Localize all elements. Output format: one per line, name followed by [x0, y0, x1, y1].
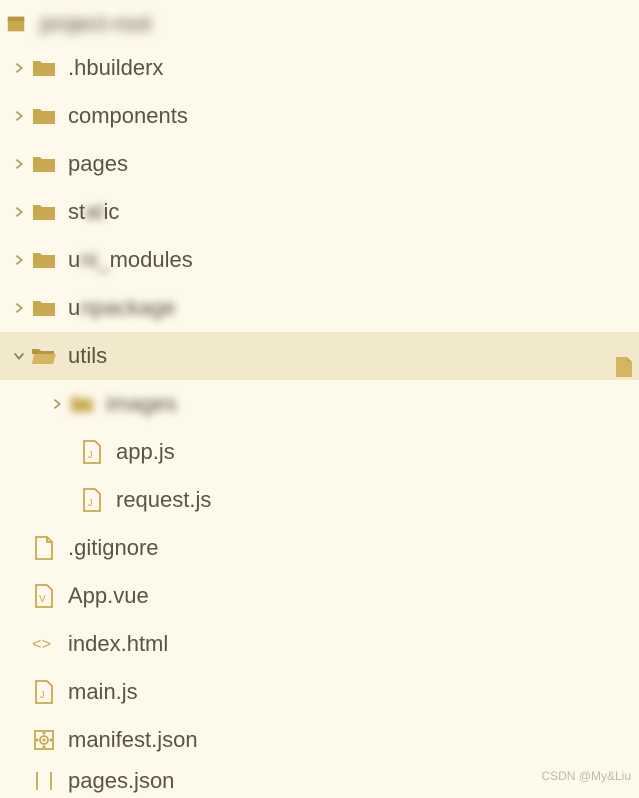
chevron-right-icon — [8, 109, 30, 123]
file-icon — [30, 536, 58, 560]
js-file-icon: J — [30, 680, 58, 704]
folder-icon — [30, 202, 58, 222]
json-file-icon — [30, 729, 58, 751]
folder-icon — [30, 154, 58, 174]
tree-item-pages[interactable]: pages — [0, 140, 639, 188]
tree-item-label: manifest.json — [68, 727, 198, 753]
chevron-right-icon — [8, 253, 30, 267]
chevron-right-icon — [8, 301, 30, 315]
tree-item-label: .gitignore — [68, 535, 159, 561]
tree-item-label: .hbuilderx — [68, 55, 163, 81]
tree-root-row[interactable]: project-root — [0, 4, 639, 44]
tree-item-label: main.js — [68, 679, 138, 705]
folder-icon — [68, 394, 96, 414]
svg-text:V: V — [39, 594, 46, 605]
tree-item-request-js[interactable]: J request.js — [0, 476, 639, 524]
tree-item-uni-modules[interactable]: uni_modules — [0, 236, 639, 284]
watermark: CSDN @My&Liu — [541, 769, 631, 783]
tree-item-label: request.js — [116, 487, 211, 513]
json-file-icon — [30, 770, 58, 792]
tree-item-utils[interactable]: utils — [0, 332, 639, 380]
folder-icon — [30, 298, 58, 318]
tree-item-manifest-json[interactable]: manifest.json — [0, 716, 639, 764]
tree-item-hbuilderx[interactable]: .hbuilderx — [0, 44, 639, 92]
svg-text:J: J — [40, 690, 45, 700]
tree-item-label: uni_modules — [68, 247, 193, 273]
chevron-right-icon — [8, 205, 30, 219]
tree-item-label: pages — [68, 151, 128, 177]
tree-item-gitignore[interactable]: .gitignore — [0, 524, 639, 572]
chevron-right-icon — [8, 157, 30, 171]
tree-item-app-js[interactable]: J app.js — [0, 428, 639, 476]
tree-item-components[interactable]: components — [0, 92, 639, 140]
svg-text:<>: <> — [32, 636, 51, 654]
tree-item-static[interactable]: static — [0, 188, 639, 236]
tree-item-label: app.js — [116, 439, 175, 465]
tree-item-main-js[interactable]: J main.js — [0, 668, 639, 716]
tree-item-unpackage[interactable]: unpackage — [0, 284, 639, 332]
folder-open-icon — [30, 346, 58, 366]
folder-icon — [30, 106, 58, 126]
tree-item-utils-subfolder[interactable]: images — [0, 380, 639, 428]
svg-text:J: J — [88, 498, 93, 508]
folder-icon — [30, 250, 58, 270]
html-file-icon: <> — [30, 634, 58, 654]
new-file-icon[interactable] — [615, 356, 633, 378]
chevron-right-icon — [8, 61, 30, 75]
tree-item-label: App.vue — [68, 583, 149, 609]
tree-item-label: images — [106, 391, 177, 417]
tree-root-label: project-root — [40, 11, 151, 37]
folder-icon — [30, 58, 58, 78]
vue-file-icon: V — [30, 584, 58, 608]
project-icon — [2, 13, 30, 35]
chevron-right-icon — [46, 397, 68, 411]
tree-item-label: index.html — [68, 631, 168, 657]
tree-item-app-vue[interactable]: V App.vue — [0, 572, 639, 620]
js-file-icon: J — [78, 488, 106, 512]
chevron-down-icon — [8, 349, 30, 363]
tree-item-label: static — [68, 199, 119, 225]
tree-item-label: utils — [68, 343, 107, 369]
tree-item-label: pages.json — [68, 768, 174, 794]
tree-item-label: unpackage — [68, 295, 176, 321]
file-tree: project-root .hbuilderx components pages — [0, 0, 639, 798]
tree-item-label: components — [68, 103, 188, 129]
js-file-icon: J — [78, 440, 106, 464]
svg-text:J: J — [88, 450, 93, 460]
tree-item-index-html[interactable]: <> index.html — [0, 620, 639, 668]
